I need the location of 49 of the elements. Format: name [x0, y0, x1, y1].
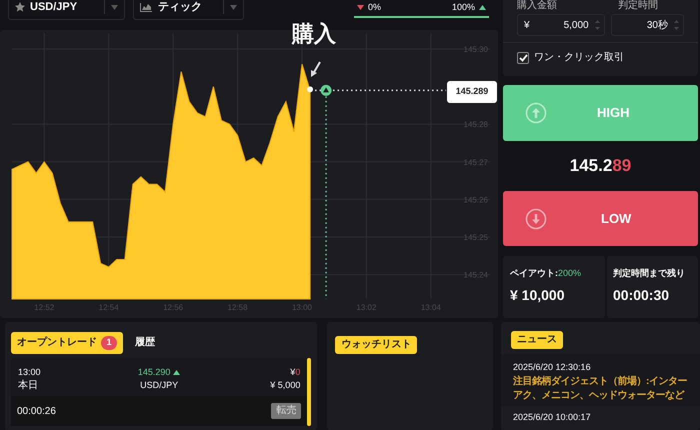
- up-percent: 100%: [452, 0, 475, 14]
- countdown: 00:00:26: [17, 404, 56, 418]
- news-item[interactable]: 2025/6/20 10:00:17: [501, 410, 700, 423]
- pair-select[interactable]: USD/JPY: [8, 0, 125, 20]
- remaining-label: 判定時間まで残り: [613, 269, 686, 278]
- down-percent: 0%: [368, 0, 382, 14]
- area-chart-icon: [140, 2, 152, 12]
- trade-time: 13:00: [18, 366, 42, 379]
- count-badge: 1: [101, 336, 117, 350]
- news-tab[interactable]: ニュース: [511, 331, 563, 349]
- up-arrow-circle-icon: [525, 102, 547, 124]
- amount-label: 購入金額: [517, 1, 558, 11]
- spinner-icon: [594, 20, 600, 30]
- remaining-time: 00:00:30: [613, 286, 670, 305]
- caret-icon: [230, 4, 237, 10]
- spinner-icon: [674, 20, 679, 30]
- star-icon: [15, 2, 25, 12]
- trade-stake: ¥ 5,000: [269, 379, 300, 392]
- low-button[interactable]: LOW: [503, 191, 698, 246]
- profit: ¥0: [289, 366, 300, 379]
- one-click-label: ワン・クリック取引: [534, 51, 624, 65]
- down-arrow-circle-icon: [525, 208, 547, 230]
- trade-accent-bar: [307, 358, 312, 426]
- trades-tab[interactable]: 履歴: [129, 332, 161, 354]
- watchlist-tab[interactable]: ウォッチリスト: [335, 336, 418, 354]
- caret-icon: [111, 4, 118, 10]
- payout-label: ペイアウト:200%: [510, 269, 582, 278]
- trades-tab[interactable]: オープントレード 1: [11, 332, 123, 354]
- chart-type-select[interactable]: ティック: [133, 0, 244, 20]
- news-time: 2025/6/20 12:30:16: [513, 361, 592, 373]
- down-triangle-icon: [357, 5, 364, 10]
- arrow-icon: [311, 62, 321, 77]
- duration-field[interactable]: 30秒: [610, 14, 684, 36]
- news-item[interactable]: 2025/6/20 12:30:16 注目銘柄ダイジェスト（前場）:インターアク、メニコン、ヘッドウォーターなど: [501, 355, 700, 407]
- current-price: 145.289: [570, 155, 632, 178]
- amount-field[interactable]: ¥ 5,000: [517, 14, 605, 36]
- one-click-checkbox[interactable]: [517, 52, 529, 64]
- entry-marker-icon: [320, 84, 332, 96]
- purchase-marker-label: 購入: [292, 23, 336, 45]
- trade-pair: USD/JPY: [139, 379, 180, 392]
- news-title: 注目銘柄ダイジェスト（前場）:インターアク、メニコン、ヘッドウォーターなど: [513, 375, 688, 403]
- trade-day: 本日: [18, 379, 112, 392]
- price-dot-icon: [307, 86, 314, 92]
- news-time: 2025/6/20 10:00:17: [513, 411, 592, 423]
- payout-amount: ¥ 10,000: [510, 286, 566, 305]
- up-triangle-icon: [479, 5, 486, 10]
- entry-price: 145.290: [138, 366, 170, 379]
- price-tag: 145.289: [447, 81, 497, 103]
- check-icon: [518, 54, 528, 62]
